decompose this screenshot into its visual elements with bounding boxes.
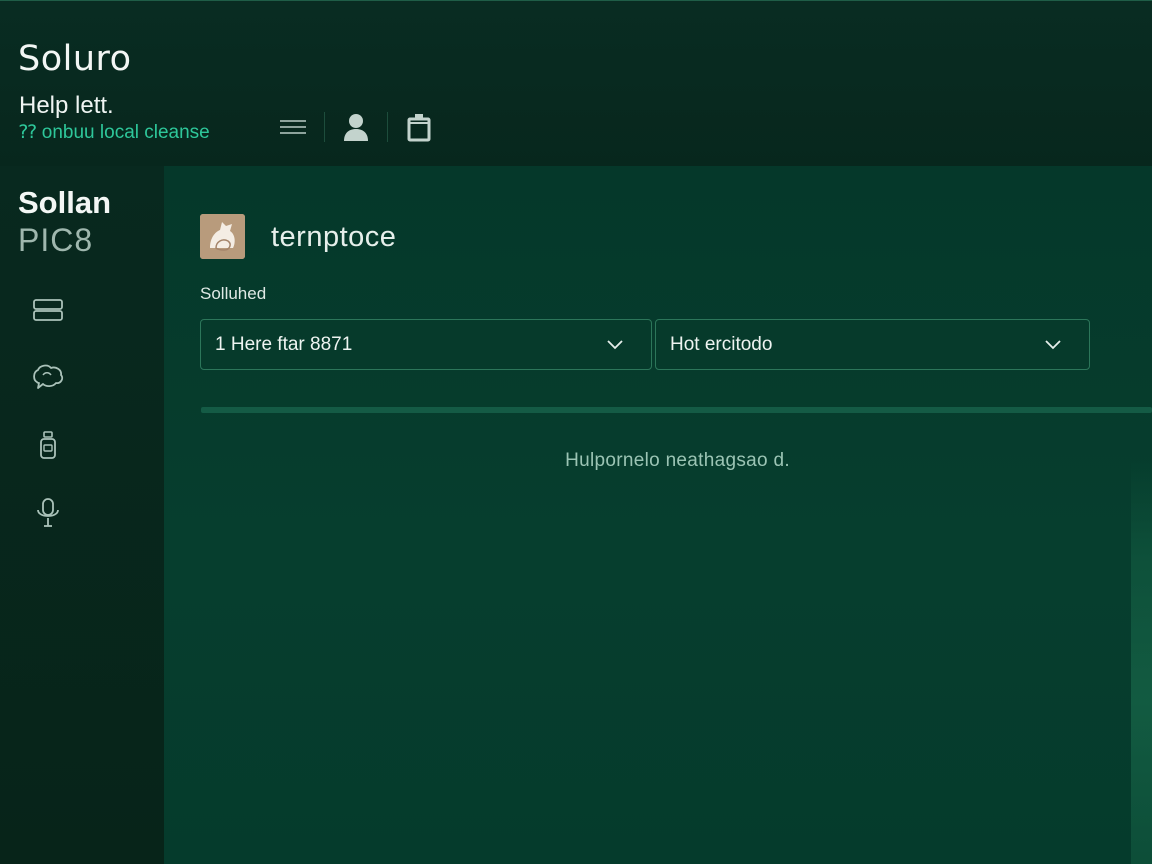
toolbar-divider (324, 112, 325, 142)
sidebar-item-bottle[interactable] (22, 423, 74, 467)
sidebar-item-microphone[interactable] (22, 491, 74, 535)
chat-icon (33, 364, 64, 389)
header-toolbar (268, 107, 444, 147)
chevron-down-icon (1041, 333, 1065, 357)
select-primary[interactable]: 1 Here ftar 8871 (200, 319, 652, 370)
main-panel: ternptoce Solluhed 1 Here ftar 8871 Hot … (164, 166, 1152, 864)
page-title: ternptoce (271, 221, 397, 253)
select-secondary-value: Hot ercitodo (670, 333, 773, 355)
empty-state-message: Hulpornelo neathagsao d. (565, 450, 790, 471)
trash-icon[interactable] (394, 107, 444, 147)
field-label: Solluhed (200, 284, 267, 303)
microphone-icon (37, 498, 59, 527)
help-title: Help lett. (19, 92, 114, 119)
top-header: Soluro Help lett. ⁇ onbuu local cleanse (0, 0, 1152, 167)
toolbar-divider (387, 112, 388, 142)
scroll-edge (1131, 460, 1152, 864)
server-icon (33, 299, 63, 321)
content-divider (201, 407, 1152, 413)
bottle-icon (40, 431, 56, 459)
menu-icon[interactable] (268, 107, 318, 147)
sidebar-title: Sollan (18, 185, 112, 220)
select-secondary[interactable]: Hot ercitodo (655, 319, 1090, 370)
select-primary-value: 1 Here ftar 8871 (215, 333, 353, 355)
help-subtitle: ⁇ onbuu local cleanse (19, 122, 210, 143)
chevron-down-icon (603, 333, 627, 357)
avatar (200, 214, 245, 259)
sidebar-item-server[interactable] (22, 288, 74, 332)
user-icon[interactable] (331, 107, 381, 147)
sidebar-subtitle: PIC8 (18, 222, 94, 258)
sidebar-item-chat[interactable] (22, 355, 74, 399)
app-logo: Soluro (18, 39, 132, 79)
sidebar: Sollan PIC8 (0, 166, 164, 864)
